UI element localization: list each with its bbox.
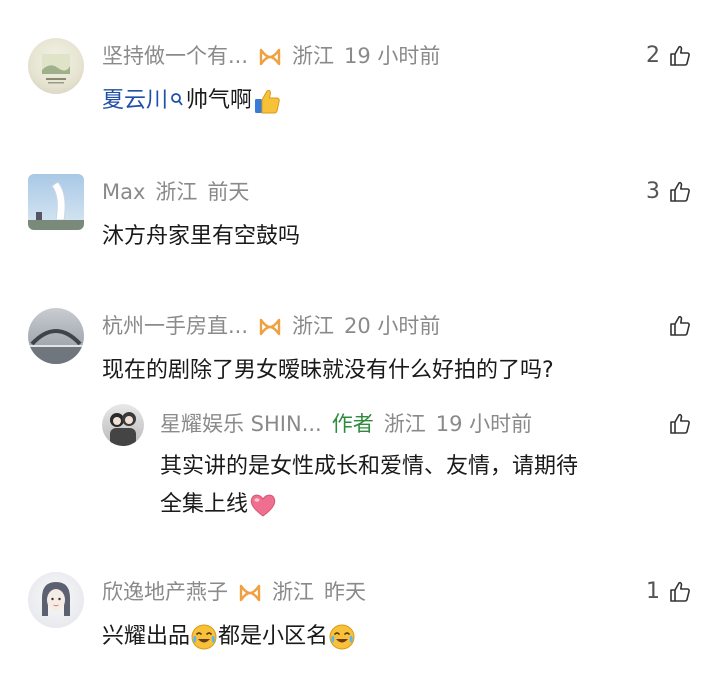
girl-avatar[interactable] bbox=[28, 572, 84, 628]
search-icon bbox=[171, 93, 183, 106]
reply-text-line: 其实讲的是女性成长和爱情、友情，请期待 bbox=[160, 454, 579, 479]
comment-text: 现在的剧除了男女暧昧就没有什么好拍的了吗? bbox=[102, 358, 554, 383]
like-count: 2 bbox=[646, 43, 660, 68]
thumbs-up-icon bbox=[670, 315, 690, 336]
author-name[interactable]: 坚持做一个有... bbox=[102, 46, 248, 67]
mention-link[interactable]: 夏云川 bbox=[102, 88, 168, 113]
thumbs-up-icon bbox=[670, 581, 690, 602]
comment-text-part: 兴耀出品 bbox=[102, 624, 191, 649]
location: 浙江 bbox=[292, 44, 335, 68]
thumbs-up-icon bbox=[670, 181, 690, 202]
reply-meta: 星耀娱乐 SHIN... 作者 浙江 19 小时前 bbox=[160, 414, 532, 435]
location: 浙江 bbox=[292, 314, 335, 338]
comment-item: 坚持做一个有... 浙江 19 小时前 2 夏云川 帅气啊 bbox=[0, 0, 720, 160]
like-button[interactable]: 3 bbox=[646, 180, 692, 204]
comment-item: 欣逸地产燕子 浙江 昨天 1 兴耀出品 都是小区名 bbox=[0, 550, 720, 685]
comment-text-part: 都是小区名 bbox=[218, 624, 329, 649]
reply-text-line: 全集上线 bbox=[160, 486, 278, 524]
location: 浙江 bbox=[383, 412, 426, 436]
comment-text-body: 帅气啊 bbox=[186, 88, 253, 113]
fan-badge-icon bbox=[239, 584, 261, 601]
comment-meta: 坚持做一个有... 浙江 19 小时前 bbox=[102, 46, 440, 67]
author-name[interactable]: 欣逸地产燕子 bbox=[102, 582, 228, 603]
author-name[interactable]: Max bbox=[102, 182, 145, 203]
comment-meta: Max 浙江 前天 bbox=[102, 182, 249, 203]
comment-meta: 欣逸地产燕子 浙江 昨天 bbox=[102, 582, 366, 603]
timestamp: 前天 bbox=[207, 180, 250, 204]
like-button[interactable]: 1 bbox=[646, 580, 692, 604]
timestamp: 昨天 bbox=[324, 580, 366, 604]
thumbs-up-icon bbox=[670, 45, 690, 66]
thumbs-up-emoji bbox=[255, 89, 280, 114]
timestamp: 19 小时前 bbox=[435, 412, 533, 436]
location: 浙江 bbox=[155, 180, 198, 204]
author-name[interactable]: 星耀娱乐 SHIN... bbox=[160, 414, 322, 435]
comment-text: 夏云川 帅气啊 bbox=[102, 82, 282, 120]
fan-badge-icon bbox=[259, 318, 281, 335]
comment-text: 沐方舟家里有空鼓吗 bbox=[102, 224, 301, 249]
thumbs-up-icon bbox=[670, 413, 690, 434]
crying-laugh-emoji bbox=[191, 624, 217, 650]
pink-heart-emoji bbox=[250, 494, 276, 517]
like-count: 3 bbox=[646, 179, 660, 204]
like-count: 1 bbox=[646, 579, 660, 604]
like-button[interactable] bbox=[660, 314, 692, 338]
bridge-avatar[interactable] bbox=[28, 308, 84, 364]
author-name[interactable]: 杭州一手房直... bbox=[102, 316, 248, 337]
fan-badge-icon bbox=[259, 48, 281, 65]
author-tag: 作者 bbox=[331, 412, 374, 436]
crying-laugh-emoji bbox=[329, 624, 355, 650]
comment-item: Max 浙江 前天 3 沐方舟家里有空鼓吗 bbox=[0, 160, 720, 290]
comment-text: 兴耀出品 都是小区名 bbox=[102, 618, 356, 656]
like-button[interactable]: 2 bbox=[646, 44, 692, 68]
comment-item: 杭州一手房直... 浙江 20 小时前 现在的剧除了男女暧昧就没有什么好拍的了吗… bbox=[0, 290, 720, 550]
timestamp: 20 小时前 bbox=[344, 314, 441, 338]
location: 浙江 bbox=[272, 580, 314, 604]
comment-meta: 杭州一手房直... 浙江 20 小时前 bbox=[102, 316, 440, 337]
reply-text-body: 全集上线 bbox=[160, 492, 249, 517]
landscape-avatar[interactable] bbox=[28, 38, 84, 94]
like-button[interactable] bbox=[660, 412, 692, 436]
couple-avatar[interactable] bbox=[102, 404, 144, 446]
sculpture-avatar[interactable] bbox=[28, 174, 84, 230]
timestamp: 19 小时前 bbox=[344, 44, 441, 68]
